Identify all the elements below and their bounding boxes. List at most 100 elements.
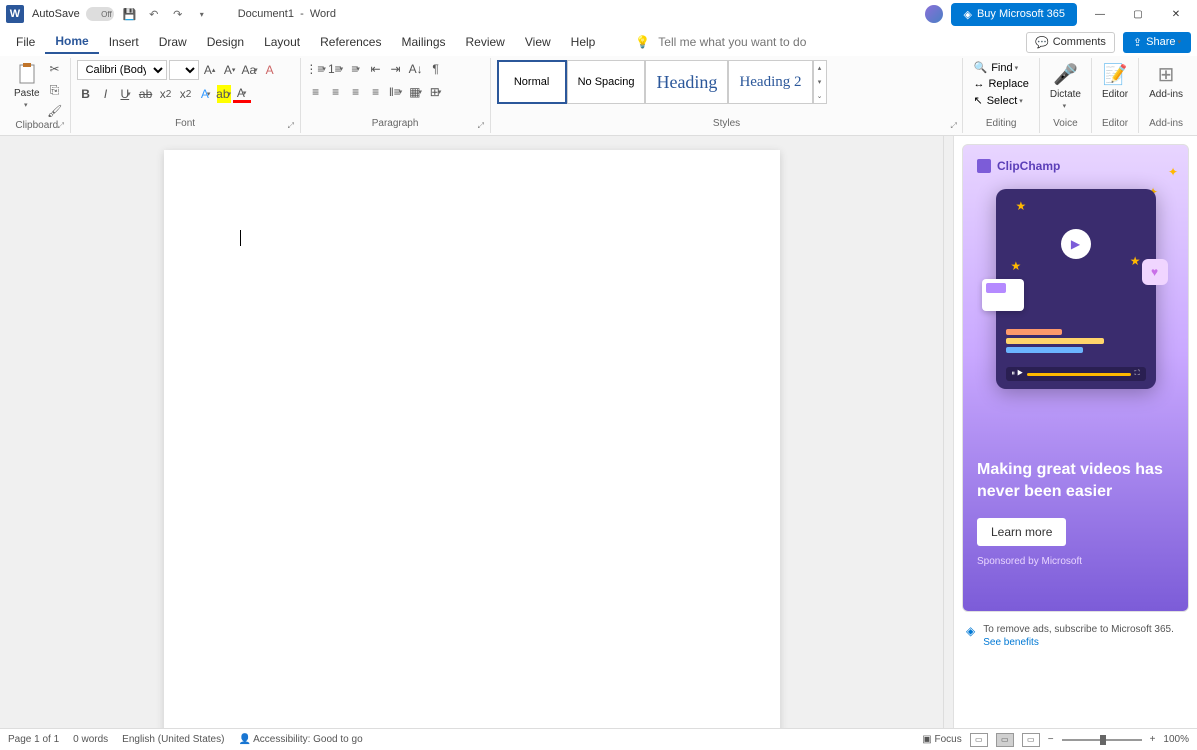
font-size-select[interactable]: 11 [169,60,199,80]
addins-button[interactable]: ⊞Add-ins [1145,60,1187,102]
align-right-icon[interactable]: ≡ [347,83,365,101]
tab-help[interactable]: Help [561,31,606,53]
qat-customize-icon[interactable]: ▾ [194,6,210,22]
shading-icon[interactable]: ▦▾ [407,83,425,101]
tab-design[interactable]: Design [197,31,254,53]
tab-home[interactable]: Home [45,30,98,54]
tab-file[interactable]: File [6,31,45,53]
scrollbar[interactable] [943,136,953,728]
minimize-button[interactable]: — [1085,4,1115,24]
subscript-icon[interactable]: x2 [157,85,175,103]
editor-icon: 📝 [1103,62,1128,87]
format-painter-icon[interactable]: 🖌 [46,102,64,120]
font-color-icon[interactable]: A▾ [233,85,251,103]
tab-layout[interactable]: Layout [254,31,310,53]
styles-expand-button[interactable]: ▴▾⌄ [813,60,827,104]
underline-button[interactable]: U▾ [117,85,135,103]
style-heading1[interactable]: Heading [645,60,728,104]
zoom-out-button[interactable]: − [1048,734,1054,745]
comments-button[interactable]: 💬Comments [1026,32,1115,53]
document-page[interactable] [164,150,780,728]
tab-review[interactable]: Review [456,31,515,53]
style-heading2[interactable]: Heading 2 [728,60,812,104]
highlight-icon[interactable]: ab▾ [217,85,231,103]
line-spacing-icon[interactable]: ‖≡▾ [387,83,405,101]
page-count[interactable]: Page 1 of 1 [8,734,59,745]
undo-icon[interactable]: ↶ [146,6,162,22]
grow-font-icon[interactable]: A▴ [201,61,219,79]
strikethrough-icon[interactable]: ab [137,85,155,103]
superscript-icon[interactable]: x2 [177,85,195,103]
heart-icon: ♥ [1142,259,1168,285]
find-button[interactable]: 🔍Find▾ [969,60,1032,75]
search-input[interactable] [658,35,838,49]
learn-more-button[interactable]: Learn more [977,518,1066,546]
maximize-button[interactable]: ▢ [1123,4,1153,24]
share-icon: ⇪ [1133,36,1142,49]
justify-icon[interactable]: ≡ [367,83,385,101]
print-layout-icon[interactable]: ▭ [996,733,1014,747]
person-icon: 👤 [238,734,250,745]
star-icon: ★ [1130,254,1141,268]
dialog-launcher-icon[interactable]: ⤢ [58,121,68,131]
ad-card[interactable]: ClipChamp ✦ ✦ ★ ★ ★ ♥ ⏸ ▶ ⛶ [962,144,1189,612]
tab-references[interactable]: References [310,31,391,53]
italic-button[interactable]: I [97,85,115,103]
paste-button[interactable]: Paste▾ [10,60,44,111]
document-area: ClipChamp ✦ ✦ ★ ★ ★ ♥ ⏸ ▶ ⛶ [0,136,1197,728]
buy-m365-button[interactable]: ◈Buy Microsoft 365 [951,3,1077,26]
editor-button[interactable]: 📝Editor [1098,60,1132,102]
share-button[interactable]: ⇪Share▾ [1123,32,1191,53]
shrink-font-icon[interactable]: A▾ [221,61,239,79]
language[interactable]: English (United States) [122,734,224,745]
toggle-off-icon[interactable]: Off [86,7,114,21]
word-count[interactable]: 0 words [73,734,108,745]
save-icon[interactable]: 💾 [122,6,138,22]
change-case-icon[interactable]: Aa▾ [241,61,259,79]
numbering-icon[interactable]: 1≡▾ [327,60,345,78]
dialog-launcher-icon[interactable]: ⤢ [478,121,488,131]
web-layout-icon[interactable]: ▭ [1022,733,1040,747]
replace-button[interactable]: ↔Replace [969,77,1032,91]
dialog-launcher-icon[interactable]: ⤢ [288,121,298,131]
bold-button[interactable]: B [77,85,95,103]
align-left-icon[interactable]: ≡ [307,83,325,101]
tab-mailings[interactable]: Mailings [391,31,455,53]
addins-icon: ⊞ [1158,62,1175,87]
show-marks-icon[interactable]: ¶ [427,60,445,78]
focus-mode-button[interactable]: ▣ Focus [922,734,961,745]
cut-icon[interactable]: ✂ [46,60,64,78]
zoom-in-button[interactable]: + [1150,734,1156,745]
dictate-button[interactable]: 🎤Dictate▾ [1046,60,1085,112]
autosave-toggle[interactable]: AutoSave Off [32,7,114,21]
tell-me-search[interactable]: 💡 [635,35,838,49]
zoom-level[interactable]: 100% [1163,734,1189,745]
accessibility-status[interactable]: 👤 Accessibility: Good to go [238,734,362,745]
style-no-spacing[interactable]: No Spacing [567,60,646,104]
group-label: Font [77,118,294,131]
dialog-launcher-icon[interactable]: ⤢ [950,121,960,131]
increase-indent-icon[interactable]: ⇥ [387,60,405,78]
multilevel-list-icon[interactable]: ≡▾ [347,60,365,78]
borders-icon[interactable]: ⊞▾ [427,83,445,101]
clear-formatting-icon[interactable]: A [261,61,279,79]
tab-view[interactable]: View [515,31,561,53]
close-button[interactable]: ✕ [1161,4,1191,24]
tab-draw[interactable]: Draw [149,31,197,53]
sort-icon[interactable]: A↓ [407,60,425,78]
select-button[interactable]: ↖Select▾ [969,93,1032,108]
tab-insert[interactable]: Insert [99,31,149,53]
bullets-icon[interactable]: ⋮≡▾ [307,60,325,78]
user-avatar-icon[interactable] [925,5,943,23]
read-mode-icon[interactable]: ▭ [970,733,988,747]
copy-icon[interactable]: ⎘ [46,81,64,99]
decrease-indent-icon[interactable]: ⇤ [367,60,385,78]
style-normal[interactable]: Normal [497,60,567,104]
redo-icon[interactable]: ↷ [170,6,186,22]
zoom-slider[interactable] [1062,739,1142,741]
text-effects-icon[interactable]: A▾ [197,85,215,103]
font-name-select[interactable]: Calibri (Body) [77,60,167,80]
group-label: Paragraph [307,118,484,131]
align-center-icon[interactable]: ≡ [327,83,345,101]
see-benefits-link[interactable]: See benefits [983,637,1174,648]
